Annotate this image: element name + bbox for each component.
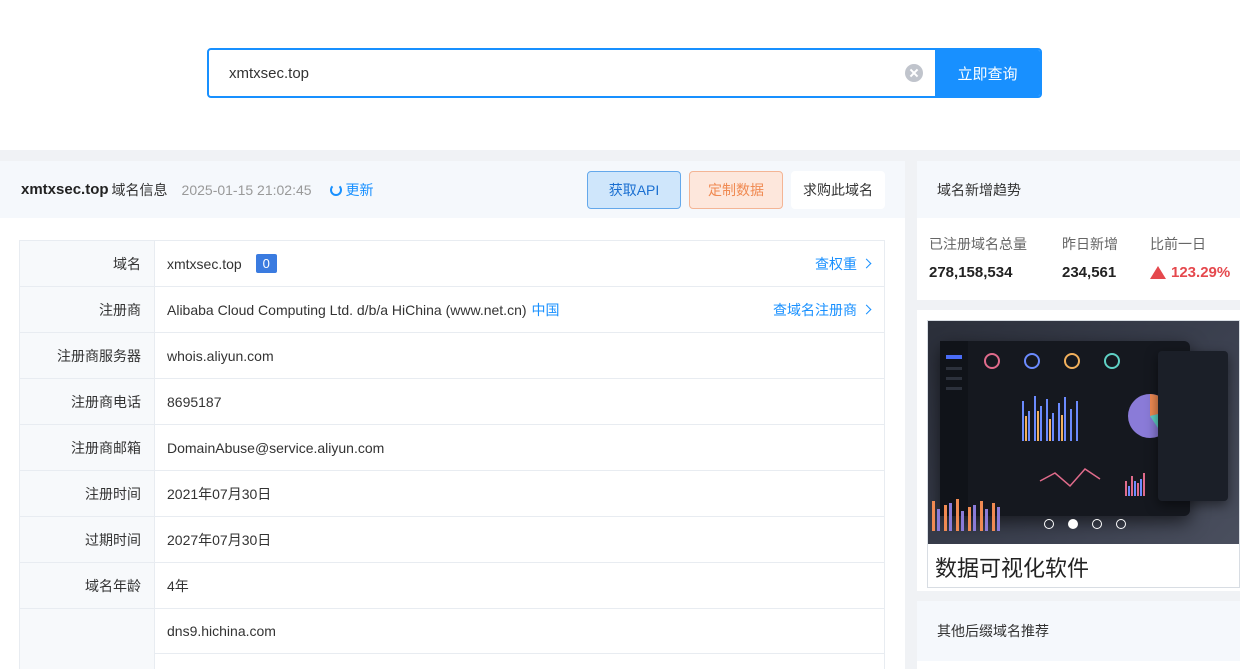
search-button[interactable]: 立即查询 [935,50,1040,96]
carousel-dots [928,519,1239,529]
row-label: 注册商 [20,287,155,332]
table-row: 域名 xmtxsec.top 0 查权重 [20,241,885,287]
domain-info-header: xmtxsec.top 域名信息 2025-01-15 21:02:45 更新 … [0,161,905,218]
arrow-up-icon [1150,266,1166,279]
check-weight-label: 查权重 [815,255,857,272]
registrar-value: Alibaba Cloud Computing Ltd. d/b/a HiChi… [167,301,527,318]
dns-values: dns9.hichina.com [155,609,884,669]
registrar-country-link[interactable]: 中国 [532,300,560,320]
trend-title: 域名新增趋势 [917,161,1240,218]
dashboard-mockup [940,341,1190,516]
yesterday-stat: 昨日新增 234,561 [1062,234,1118,281]
carousel-dot[interactable] [1043,519,1054,529]
row-value: xmtxsec.top 0 查权重 [155,241,884,286]
table-row: 域名年龄 4年 [20,563,885,609]
domain-subtitle: 域名信息 [111,181,168,198]
row-label: 注册时间 [20,471,155,516]
row-value: DomainAbuse@service.aliyun.com [167,439,385,456]
row-label: 域名 [20,241,155,286]
carousel-dot-active[interactable] [1067,519,1078,529]
other-suffix-panel: 其他后缀域名推荐 [917,601,1240,669]
carousel-dot[interactable] [1091,519,1102,529]
search-section: 立即查询 [0,0,1240,150]
dns-server [155,654,884,669]
row-value: 2027年07月30日 [167,531,272,548]
table-row: 注册时间 2021年07月30日 [20,471,885,517]
custom-data-button[interactable]: 定制数据 [689,171,783,209]
change-value-wrap: 123.29% [1150,264,1230,281]
row-label: 注册商电话 [20,379,155,424]
weight-badge: 0 [255,254,277,273]
row-label: 注册商服务器 [20,333,155,378]
clear-icon[interactable] [905,64,923,82]
table-row-dns: DNS dns9.hichina.com [20,609,885,669]
refresh-button[interactable]: 更新 [329,180,374,200]
table-row: 注册商 Alibaba Cloud Computing Ltd. d/b/a H… [20,287,885,333]
search-box: 立即查询 [207,48,1042,98]
get-api-button[interactable]: 获取API [587,171,681,209]
ad-dashboard-image [928,321,1239,544]
update-timestamp: 2025-01-15 21:02:45 [181,181,312,198]
table-row: 注册商服务器 whois.aliyun.com [20,333,885,379]
dashboard-illustration [940,341,1172,516]
yesterday-value: 234,561 [1062,264,1117,281]
domain-info-panel: xmtxsec.top 域名信息 2025-01-15 21:02:45 更新 … [0,161,905,669]
total-stat: 已注册域名总量 278,158,534 [929,234,1027,281]
row-label: 域名年龄 [20,563,155,608]
row-label: 注册商邮箱 [20,425,155,470]
buy-domain-button[interactable]: 求购此域名 [791,171,885,209]
row-value: 8695187 [167,393,222,410]
change-value: 123.29% [1171,264,1231,281]
row-value: 4年 [167,577,189,594]
table-row: 过期时间 2027年07月30日 [20,517,885,563]
carousel-dot[interactable] [1115,519,1126,529]
row-label: DNS [20,609,155,669]
domain-value: xmtxsec.top [167,255,242,272]
domain-info-table: 域名 xmtxsec.top 0 查权重 注册商 Alibaba Cloud C… [19,240,885,669]
table-row: 注册商电话 8695187 [20,379,885,425]
dns-server: dns9.hichina.com [155,609,884,654]
yesterday-label: 昨日新增 [1062,236,1118,252]
change-stat: 比前一日 123.29% [1150,234,1230,281]
check-weight-link[interactable]: 查权重 [815,241,872,286]
domain-title: xmtxsec.top [21,181,109,198]
row-value: Alibaba Cloud Computing Ltd. d/b/a HiChi… [155,287,884,332]
chevron-right-icon [861,304,872,315]
row-value: whois.aliyun.com [167,347,274,364]
other-suffix-title: 其他后缀域名推荐 [917,601,1240,661]
refresh-label: 更新 [345,181,374,198]
change-label: 比前一日 [1150,236,1206,252]
ad-caption[interactable]: 数据可视化软件 [928,544,1239,587]
ad-carousel[interactable]: 数据可视化软件 [927,320,1240,588]
chevron-right-icon [861,258,872,269]
row-label: 过期时间 [20,517,155,562]
check-registrar-label: 查域名注册商 [773,301,857,318]
ad-panel: 数据可视化软件 [917,310,1240,591]
dashboard-side-panel [1158,351,1228,501]
row-value: 2021年07月30日 [167,485,272,502]
total-label: 已注册域名总量 [929,236,1027,252]
total-value: 278,158,534 [929,264,1013,281]
table-row: 注册商邮箱 DomainAbuse@service.aliyun.com [20,425,885,471]
search-input[interactable] [209,50,905,96]
domain-trend-panel: 域名新增趋势 已注册域名总量 278,158,534 昨日新增 234,561 … [917,161,1240,300]
refresh-icon [329,183,342,196]
check-registrar-link[interactable]: 查域名注册商 [773,287,872,332]
